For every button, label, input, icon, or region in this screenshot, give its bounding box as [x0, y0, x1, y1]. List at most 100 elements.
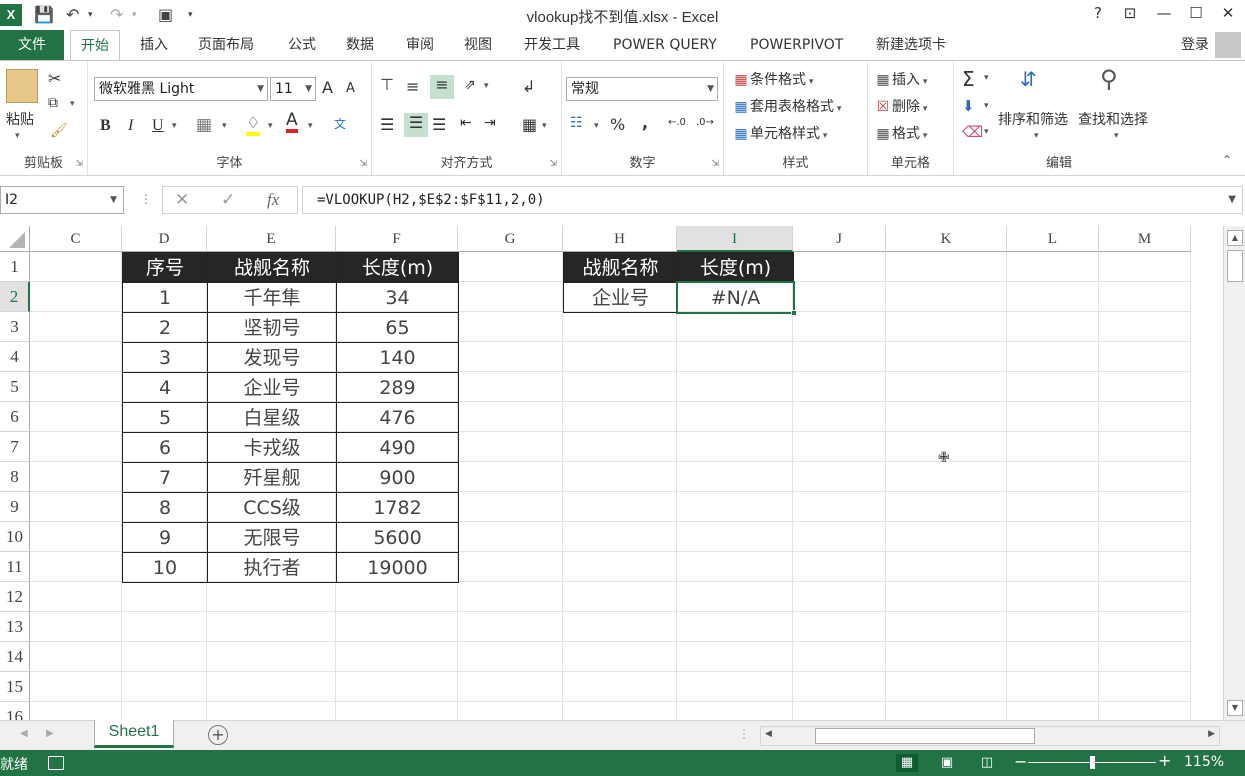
- row-header-13[interactable]: 13: [0, 612, 30, 642]
- prev-sheet-icon[interactable]: ◀: [20, 728, 28, 739]
- decrease-indent-icon[interactable]: ⇤: [460, 115, 472, 131]
- align-middle-icon[interactable]: ≡: [406, 77, 419, 96]
- table-cell[interactable]: 10: [122, 552, 208, 583]
- align-top-icon[interactable]: ⊤: [380, 75, 394, 94]
- table-cell[interactable]: 发现号: [207, 342, 337, 373]
- column-header-h[interactable]: H: [563, 226, 677, 252]
- tab-power-query[interactable]: POWER QUERY: [603, 30, 727, 60]
- increase-indent-icon[interactable]: ⇥: [484, 115, 496, 131]
- sheet-tab-sheet1[interactable]: Sheet1: [94, 720, 174, 748]
- binoculars-icon[interactable]: ⚲: [1100, 65, 1118, 93]
- zoom-percent[interactable]: 115%: [1184, 754, 1224, 770]
- paste-dropdown-icon[interactable]: ▾: [15, 131, 20, 141]
- table-cell[interactable]: 2: [122, 312, 208, 343]
- table-cell[interactable]: 19000: [336, 552, 459, 583]
- table-cell[interactable]: 34: [336, 282, 459, 313]
- grow-font-button[interactable]: A: [322, 78, 333, 97]
- border-dropdown-icon[interactable]: ▾: [222, 121, 227, 131]
- align-right-icon[interactable]: ☰: [432, 115, 446, 134]
- sort-filter-dropdown-icon[interactable]: ▾: [1034, 131, 1039, 141]
- find-select-dropdown-icon[interactable]: ▾: [1114, 131, 1119, 141]
- table-cell[interactable]: 476: [336, 402, 459, 433]
- table-cell[interactable]: 5600: [336, 522, 459, 553]
- align-left-icon[interactable]: ☰: [380, 115, 394, 134]
- tab-home[interactable]: 开始: [70, 30, 120, 61]
- help-button[interactable]: ?: [1086, 4, 1110, 22]
- table-cell[interactable]: 140: [336, 342, 459, 373]
- table-cell[interactable]: 1: [122, 282, 208, 313]
- number-format-combo[interactable]: 常规 ▼: [566, 77, 718, 101]
- table-cell[interactable]: 千年隼: [207, 282, 337, 313]
- number-launcher-icon[interactable]: ⇲: [711, 159, 719, 169]
- font-launcher-icon[interactable]: ⇲: [359, 159, 367, 169]
- page-layout-view-icon[interactable]: ▣: [936, 754, 958, 772]
- accounting-dropdown-icon[interactable]: ▾: [594, 121, 599, 131]
- tab-page-layout[interactable]: 页面布局: [188, 30, 264, 60]
- table-cell[interactable]: 65: [336, 312, 459, 343]
- lookup-header-cell[interactable]: 战舰名称: [563, 252, 678, 283]
- conditional-formatting-button[interactable]: ▦ 条件格式 ▾: [732, 69, 813, 89]
- scroll-left-icon[interactable]: ◀: [765, 729, 772, 739]
- macro-record-icon[interactable]: [48, 756, 64, 770]
- close-button[interactable]: ✕: [1216, 4, 1240, 22]
- autosum-icon[interactable]: Σ: [962, 67, 975, 91]
- fill-color-icon[interactable]: ♢: [246, 113, 261, 136]
- tab-review[interactable]: 审阅: [396, 30, 444, 60]
- row-header-11[interactable]: 11: [0, 552, 30, 582]
- format-painter-icon[interactable]: 🖌: [50, 123, 68, 139]
- table-cell[interactable]: 6: [122, 432, 208, 463]
- table-header-cell[interactable]: 序号: [122, 252, 208, 283]
- italic-button[interactable]: I: [128, 117, 133, 135]
- scroll-down-icon[interactable]: ▼: [1227, 700, 1243, 716]
- undo-dropdown-icon[interactable]: ▾: [88, 10, 93, 20]
- table-cell[interactable]: 企业号: [207, 372, 337, 403]
- font-size-combo[interactable]: 11 ▼: [270, 77, 316, 101]
- tab-formulas[interactable]: 公式: [278, 30, 326, 60]
- percent-style-button[interactable]: %: [610, 115, 625, 134]
- shrink-font-button[interactable]: A: [346, 81, 355, 96]
- cut-icon[interactable]: ✂: [48, 69, 61, 88]
- row-header-2[interactable]: 2: [0, 282, 30, 312]
- avatar[interactable]: [1215, 32, 1241, 58]
- copy-dropdown-icon[interactable]: ▾: [70, 99, 75, 109]
- minimize-button[interactable]: —: [1152, 4, 1176, 22]
- redo-icon[interactable]: ↷: [110, 5, 123, 24]
- accounting-format-icon[interactable]: ☷: [570, 115, 583, 131]
- scroll-right-icon[interactable]: ▶: [1208, 729, 1215, 739]
- scroll-up-icon[interactable]: ▲: [1227, 230, 1243, 246]
- row-header-3[interactable]: 3: [0, 312, 30, 342]
- table-cell[interactable]: 4: [122, 372, 208, 403]
- name-box[interactable]: I2 ▼: [0, 186, 124, 214]
- cell-styles-button[interactable]: ▦ 单元格样式 ▾: [732, 123, 827, 143]
- customize-qat-icon[interactable]: ▾: [188, 10, 193, 20]
- border-icon[interactable]: ▦: [196, 115, 212, 135]
- decrease-decimal-icon[interactable]: .0→: [696, 117, 714, 128]
- format-as-table-button[interactable]: ▦ 套用表格格式 ▾: [732, 96, 841, 116]
- column-header-c[interactable]: C: [30, 226, 122, 252]
- orientation-icon[interactable]: ⇗: [464, 77, 476, 93]
- tab-insert[interactable]: 插入: [130, 30, 178, 60]
- page-break-view-icon[interactable]: ◫: [976, 754, 998, 772]
- sort-filter-icon[interactable]: ⇵: [1020, 67, 1037, 91]
- camera-icon[interactable]: ▣: [158, 5, 173, 24]
- table-header-cell[interactable]: 战舰名称: [207, 252, 337, 283]
- formula-bar-resize-handle[interactable]: ⋮: [140, 192, 152, 206]
- horizontal-scrollbar[interactable]: ◀ ▶: [760, 726, 1220, 746]
- redo-dropdown-icon[interactable]: ▾: [132, 10, 137, 20]
- maximize-button[interactable]: ☐: [1184, 4, 1208, 22]
- login-link[interactable]: 登录: [1181, 30, 1209, 60]
- horizontal-scroll-thumb[interactable]: [815, 728, 1035, 744]
- table-cell[interactable]: 490: [336, 432, 459, 463]
- table-cell[interactable]: 7: [122, 462, 208, 493]
- zoom-slider-thumb[interactable]: [1090, 756, 1095, 769]
- row-header-8[interactable]: 8: [0, 462, 30, 492]
- table-cell[interactable]: 坚韧号: [207, 312, 337, 343]
- paste-icon[interactable]: [6, 69, 38, 103]
- delete-cells-button[interactable]: ☒ 删除 ▾: [874, 96, 928, 116]
- table-cell[interactable]: 900: [336, 462, 459, 493]
- insert-function-icon[interactable]: fx: [267, 190, 279, 210]
- row-header-5[interactable]: 5: [0, 372, 30, 402]
- format-cells-button[interactable]: ▦ 格式 ▾: [874, 123, 927, 143]
- fill-dropdown-icon[interactable]: ▾: [984, 101, 989, 111]
- autosum-dropdown-icon[interactable]: ▾: [984, 73, 989, 83]
